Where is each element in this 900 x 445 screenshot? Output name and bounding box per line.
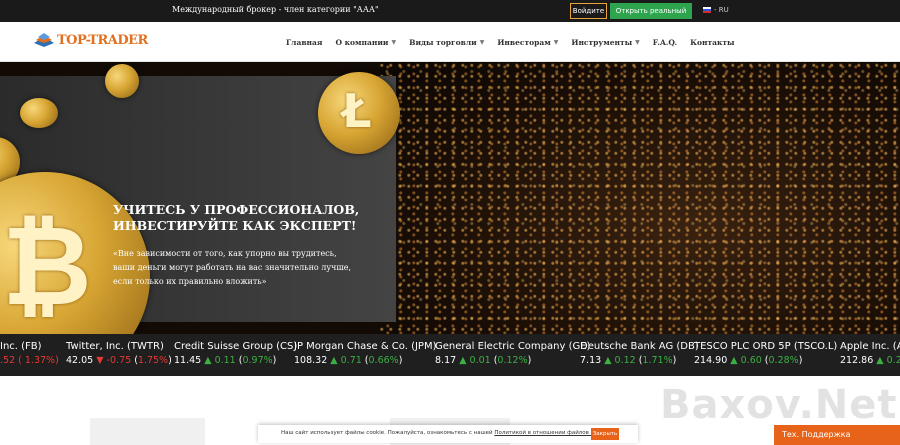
site-header: TOP-TRADER Главная О компании ▼ Виды торг… [0, 22, 900, 62]
ticker-item[interactable]: JP Morgan Chase & Co. (JPM) 108.32 ▲ 0.7… [294, 341, 437, 366]
ticker-item[interactable]: Apple Inc. (AA 212.86 ▲ 0.2 [840, 341, 900, 366]
chevron-down-icon: ▼ [553, 39, 559, 46]
logo-icon [34, 33, 54, 47]
chevron-down-icon: ▼ [479, 39, 485, 46]
language-switcher[interactable]: - RU [703, 6, 729, 14]
cookie-banner: Наш сайт использует файлы cookie. Пожалу… [258, 425, 638, 443]
ticker-item[interactable]: General Electric Company (GE) 8.17 ▲ 0.0… [435, 341, 590, 366]
support-chat-button[interactable]: Тех. Поддержка [774, 425, 900, 445]
arrow-up-icon: ▲ [204, 355, 212, 366]
arrow-up-icon: ▲ [604, 355, 612, 366]
chevron-down-icon: ▼ [635, 39, 640, 46]
litecoin-coin-icon: Ł [318, 72, 400, 154]
chevron-down-icon: ▼ [391, 39, 397, 46]
logo-text: TOP-TRADER [57, 32, 148, 48]
content-card [90, 418, 205, 445]
nav-item-investors[interactable]: Инвесторам ▼ [497, 38, 558, 47]
hero-quote: «Вне зависимости от того, как упорно вы … [113, 249, 352, 286]
login-button[interactable]: Войдите [570, 3, 607, 19]
top-bar: Международный брокер - член категории "А… [0, 0, 900, 31]
cookie-close-button[interactable]: Закрыть [591, 428, 619, 440]
language-label: - RU [714, 6, 729, 14]
ticker-item[interactable]: Credit Suisse Group (CS) 11.45 ▲ 0.11 (0… [174, 341, 297, 366]
watermark-text: Baxov.Net [660, 382, 898, 428]
nav-item-home[interactable]: Главная [286, 38, 322, 47]
arrow-up-icon: ▲ [730, 355, 738, 366]
logo[interactable]: TOP-TRADER [33, 31, 148, 49]
arrow-up-icon: ▲ [330, 355, 338, 366]
coin-icon [105, 64, 139, 98]
arrow-up-icon: ▲ [459, 355, 467, 366]
main-nav: Главная О компании ▼ Виды торговли ▼ Инвес… [286, 38, 735, 47]
broker-tagline: Международный брокер - член категории "А… [172, 5, 379, 14]
ticker-item[interactable]: Twitter, Inc. (TWTR) 42.05 ▼ -0.75 (1.75… [66, 341, 172, 366]
ticker-item[interactable]: TESCO PLC ORD 5P (TSCO.L) 214.90 ▲ 0.60 … [694, 341, 837, 366]
hero-title: УЧИТЕСЬ У ПРОФЕССИОНАЛОВ, ИНВЕСТИРУЙТЕ К… [113, 202, 360, 233]
nav-item-instruments[interactable]: Инструменты ▼ [571, 38, 639, 47]
nav-item-about[interactable]: О компании ▼ [335, 38, 396, 47]
arrow-up-icon: ▲ [876, 355, 884, 366]
russia-flag-icon [703, 7, 711, 13]
hero-banner: Ł ₿ УЧИТЕСЬ У ПРОФЕССИОНАЛОВ, ИНВЕСТИРУЙ… [0, 62, 900, 334]
city-night-image [380, 62, 900, 334]
ticker-item[interactable]: Deutsche Bank AG (DB) 7.13 ▲ 0.12 (1.71%… [580, 341, 699, 366]
open-account-button[interactable]: Открыть реальный счет [610, 3, 692, 31]
stock-ticker: Inc. (FB) .52 ( 1.37%) Twitter, Inc. (TW… [0, 334, 900, 376]
nav-item-contacts[interactable]: Контакты [690, 38, 734, 47]
nav-item-faq[interactable]: F.A.Q. [653, 38, 677, 47]
nav-item-trading-types[interactable]: Виды торговли ▼ [409, 38, 484, 47]
arrow-down-icon: ▼ [96, 355, 104, 366]
ticker-item[interactable]: Inc. (FB) .52 ( 1.37%) [0, 341, 59, 366]
coin-icon [20, 98, 58, 128]
cookie-text: Наш сайт использует файлы cookie. Пожалу… [281, 430, 611, 436]
